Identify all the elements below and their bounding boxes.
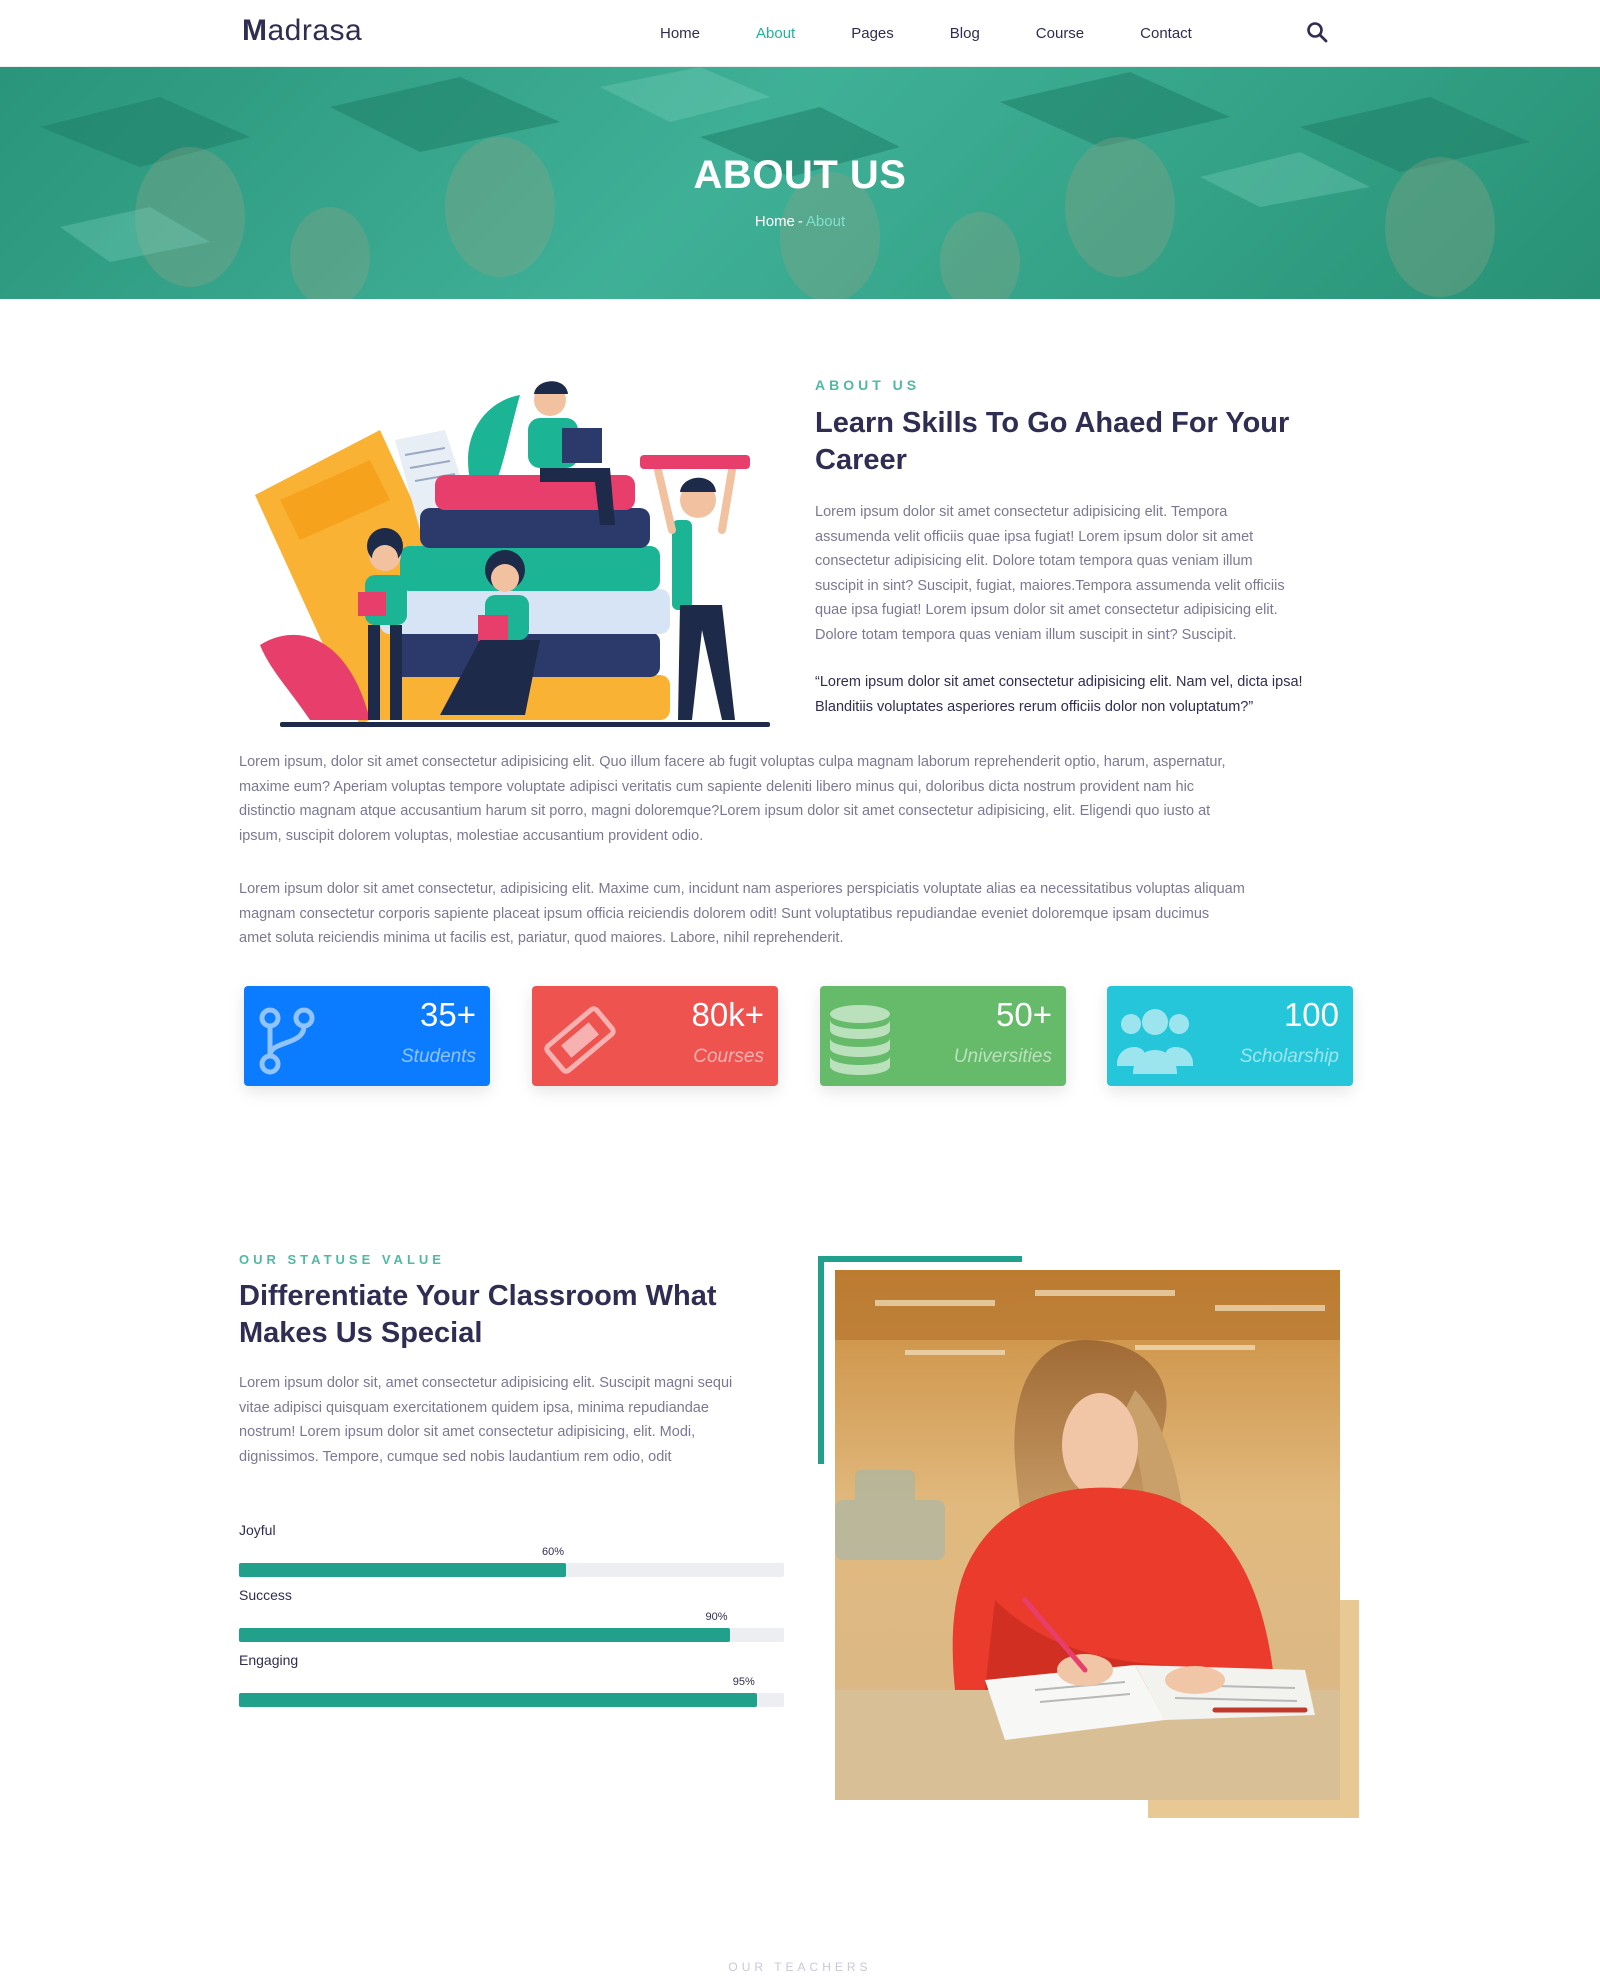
paragraph-line: maxime eum? Aperiam voluptas tempore vol… <box>239 778 1195 795</box>
progress-fill-success <box>239 1628 730 1642</box>
progress-bar-joyful <box>239 1563 784 1577</box>
progress-percent-joyful: 60% <box>542 1546 565 1558</box>
about-paragraph-3: Lorem ipsum dolor sit amet consectetur, … <box>239 877 1245 951</box>
stat-label: Students <box>401 1046 476 1067</box>
nav-item-blog[interactable]: Blog <box>950 25 980 42</box>
hero-banner: ABOUT US Home - About <box>0 67 1600 299</box>
about-heading-line: Learn Skills To Go Ahaed For Your <box>815 407 1290 439</box>
stat-value: 100 <box>1283 996 1339 1033</box>
search-icon[interactable] <box>1305 20 1329 44</box>
stat-card-students: 35+ Students <box>244 986 490 1086</box>
about-quote: “Lorem ipsum dolor sit amet consectetur … <box>815 670 1303 719</box>
about-heading-line: Career <box>815 444 907 476</box>
students-books-illustration <box>255 381 770 727</box>
progress-percent-engaging: 95% <box>732 1676 755 1688</box>
ticket-icon <box>544 1006 616 1074</box>
progress-bar-engaging <box>239 1693 784 1707</box>
about-paragraph-2: Lorem ipsum, dolor sit amet consectetur … <box>239 750 1226 848</box>
nav-item-course[interactable]: Course <box>1036 25 1084 42</box>
paragraph-line: Lorem ipsum, dolor sit amet consectetur … <box>239 754 1226 770</box>
paragraph-line: nostrum! Lorem ipsum dolor sit amet cons… <box>239 1424 696 1440</box>
quote-line: “Lorem ipsum dolor sit amet consectetur … <box>815 674 1303 690</box>
progress-bar-success <box>239 1628 784 1642</box>
stat-value: 50+ <box>996 996 1052 1033</box>
progress-fill-joyful <box>239 1563 566 1577</box>
paragraph-line: Dolore totam tempora quas veniam illum s… <box>815 626 1237 643</box>
photo-frame-accent <box>818 1256 824 1464</box>
brand-logo[interactable]: Madrasa <box>242 14 362 48</box>
users-icon <box>1117 1009 1193 1074</box>
nav-item-about[interactable]: About <box>756 25 795 42</box>
status-heading: Differentiate Your Classroom What Makes … <box>239 1278 717 1352</box>
about-eyebrow: ABOUT US <box>815 377 921 393</box>
photo-frame-accent <box>818 1256 1022 1262</box>
paragraph-line: suscipit in sint? Suscipit, fugiat, maio… <box>815 577 1285 594</box>
stat-card-courses: 80k+ Courses <box>532 986 778 1086</box>
navbar: Madrasa Home About Pages Blog Course Con… <box>0 0 1600 67</box>
code-branch-icon <box>259 1007 315 1075</box>
breadcrumb-separator: - <box>797 213 803 230</box>
paragraph-line: ipsum, suscipit dolorem voluptas, molest… <box>239 827 704 844</box>
breadcrumb-home[interactable]: Home <box>755 213 795 230</box>
paragraph-line: dignissimos. Tempore, cumque sed nobis l… <box>239 1448 672 1465</box>
progress-percent-success: 90% <box>705 1611 728 1623</box>
status-heading-line: Differentiate Your Classroom What <box>239 1280 717 1312</box>
stat-label: Universities <box>953 1046 1052 1067</box>
nav-item-contact[interactable]: Contact <box>1140 25 1192 42</box>
status-paragraph: Lorem ipsum dolor sit, amet consectetur … <box>239 1371 732 1469</box>
paragraph-line: vitae adipisci quisquam exercitationem q… <box>239 1399 709 1416</box>
paragraph-line: magnam consectetur corporis sapiente pla… <box>239 905 1210 922</box>
paragraph-line: assumenda velit officiis quae ipsa fugia… <box>815 528 1254 545</box>
progress-label-joyful: Joyful <box>239 1522 276 1538</box>
nav-item-pages[interactable]: Pages <box>851 25 894 42</box>
paragraph-line: amet soluta reiciendis minima ut facilis… <box>239 930 844 946</box>
stat-card-universities: 50+ Universities <box>820 986 1066 1086</box>
stat-value: 80k+ <box>691 996 764 1033</box>
progress-label-engaging: Engaging <box>239 1652 299 1668</box>
progress-label-success: Success <box>239 1587 292 1603</box>
status-eyebrow: OUR STATUSE VALUE <box>239 1252 445 1267</box>
status-heading-line: Makes Us Special <box>239 1317 483 1349</box>
progress-fill-engaging <box>239 1693 757 1707</box>
paragraph-line: Lorem ipsum dolor sit amet consectetur, … <box>239 881 1245 897</box>
nav-menu: Home About Pages Blog Course Contact <box>660 0 1248 67</box>
quote-line: Blanditiis voluptates asperiores rerum o… <box>815 698 1254 715</box>
teachers-eyebrow-peek: OUR TEACHERS <box>728 1960 872 1974</box>
breadcrumb: Home - About <box>0 213 1600 230</box>
stat-card-scholarship: 100 Scholarship <box>1107 986 1353 1086</box>
stat-value: 35+ <box>420 996 476 1033</box>
stat-label: Scholarship <box>1239 1046 1339 1067</box>
nav-item-home[interactable]: Home <box>660 25 700 42</box>
paragraph-line: quae ipsa fugiat! Lorem ipsum dolor sit … <box>815 602 1278 618</box>
page-title: ABOUT US <box>693 153 907 197</box>
paragraph-line: consectetur adipisicing elit. Dolore tot… <box>815 553 1253 569</box>
paragraph-line: Lorem ipsum dolor sit, amet consectetur … <box>239 1375 733 1391</box>
breadcrumb-current: About <box>805 213 846 230</box>
paragraph-line: Lorem ipsum dolor sit amet consectetur a… <box>815 504 1228 520</box>
paragraph-line: distinctio magnam atque accusantium haru… <box>239 803 1211 819</box>
student-writing-photo <box>835 1270 1340 1800</box>
database-icon <box>830 1005 890 1075</box>
about-paragraph: Lorem ipsum dolor sit amet consectetur a… <box>815 500 1285 647</box>
about-heading: Learn Skills To Go Ahaed For Your Career <box>815 405 1289 479</box>
stat-label: Courses <box>693 1046 764 1067</box>
